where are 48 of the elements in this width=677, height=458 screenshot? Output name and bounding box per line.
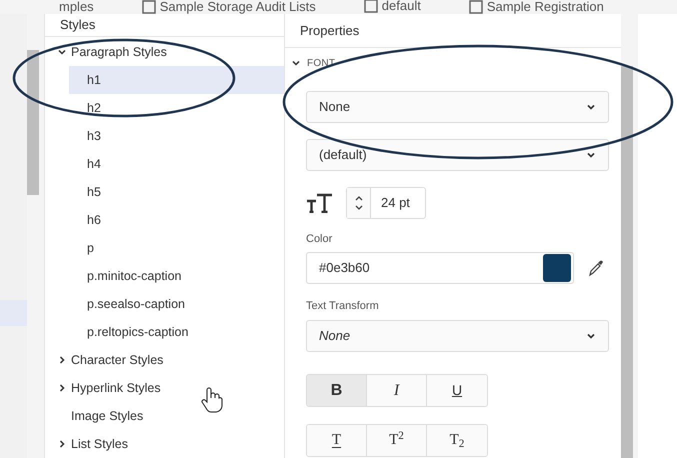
section-header[interactable]: FONT <box>291 49 609 77</box>
tree-item[interactable]: h6 <box>69 206 284 234</box>
underline-button[interactable]: U <box>427 375 487 406</box>
tree-item[interactable]: p.minitoc-caption <box>69 262 284 290</box>
sub-button[interactable]: T$_{2}$ <box>427 425 487 456</box>
stepper-arrows-icon <box>354 194 364 212</box>
font-weight-dropdown[interactable]: (default) <box>306 139 609 171</box>
color-field[interactable]: #0e3b60 <box>306 252 574 284</box>
chevron-right-icon[interactable] <box>57 355 67 365</box>
tree-group-item[interactable]: Paragraph Styles <box>45 38 284 66</box>
text-transform-dropdown[interactable]: None <box>306 320 609 352</box>
chevron-down-icon <box>586 102 596 112</box>
tree-item[interactable]: p.seealso-caption <box>69 290 284 318</box>
field-label: Text Transform <box>306 298 380 314</box>
tree-group-item[interactable]: Character Styles <box>45 346 284 374</box>
document-tab[interactable]: default <box>360 0 425 14</box>
chevron-down-icon[interactable] <box>57 47 67 57</box>
tree-item[interactable]: p.reltopics-caption <box>69 318 284 346</box>
tree-group-item[interactable]: List Styles <box>45 430 284 458</box>
tree-group-item[interactable]: Image Styles <box>45 402 284 430</box>
chevron-down-icon[interactable] <box>291 58 301 68</box>
chevron-right-icon[interactable] <box>57 383 67 393</box>
strike-button[interactable]: T <box>307 425 367 456</box>
text-size-icon <box>306 193 334 213</box>
tree-group-item[interactable]: Hyperlink Styles <box>45 374 284 402</box>
tree-item[interactable]: p <box>69 234 284 262</box>
panel-title: Styles <box>60 16 96 34</box>
tree-item[interactable]: h5 <box>69 178 284 206</box>
document-tab[interactable]: Sample Registration <box>464 0 608 14</box>
tree-item[interactable]: h2 <box>69 94 284 122</box>
hand-cursor-icon <box>201 388 222 412</box>
chevron-down-icon <box>586 331 596 341</box>
chevron-down-icon <box>586 150 596 160</box>
scrollbar[interactable] <box>621 14 638 458</box>
panel-title: Properties <box>300 22 360 40</box>
tree-item[interactable]: h1 <box>69 66 284 94</box>
super-button[interactable]: T$^{2}$ <box>367 425 427 456</box>
color-swatch[interactable] <box>543 254 571 282</box>
document-tab[interactable]: mples <box>55 0 98 14</box>
tree-item[interactable]: h3 <box>69 122 284 150</box>
italic-button[interactable]: I <box>367 375 427 406</box>
chevron-right-icon[interactable] <box>57 439 67 449</box>
document-tab[interactable]: Sample Storage Audit Lists <box>138 0 320 14</box>
font-family-dropdown[interactable]: None <box>306 91 609 123</box>
tree-item[interactable]: h4 <box>69 150 284 178</box>
bold-button[interactable]: B <box>307 375 367 406</box>
field-label: Color <box>306 232 334 247</box>
font-size-stepper[interactable]: 24 pt <box>346 187 426 219</box>
